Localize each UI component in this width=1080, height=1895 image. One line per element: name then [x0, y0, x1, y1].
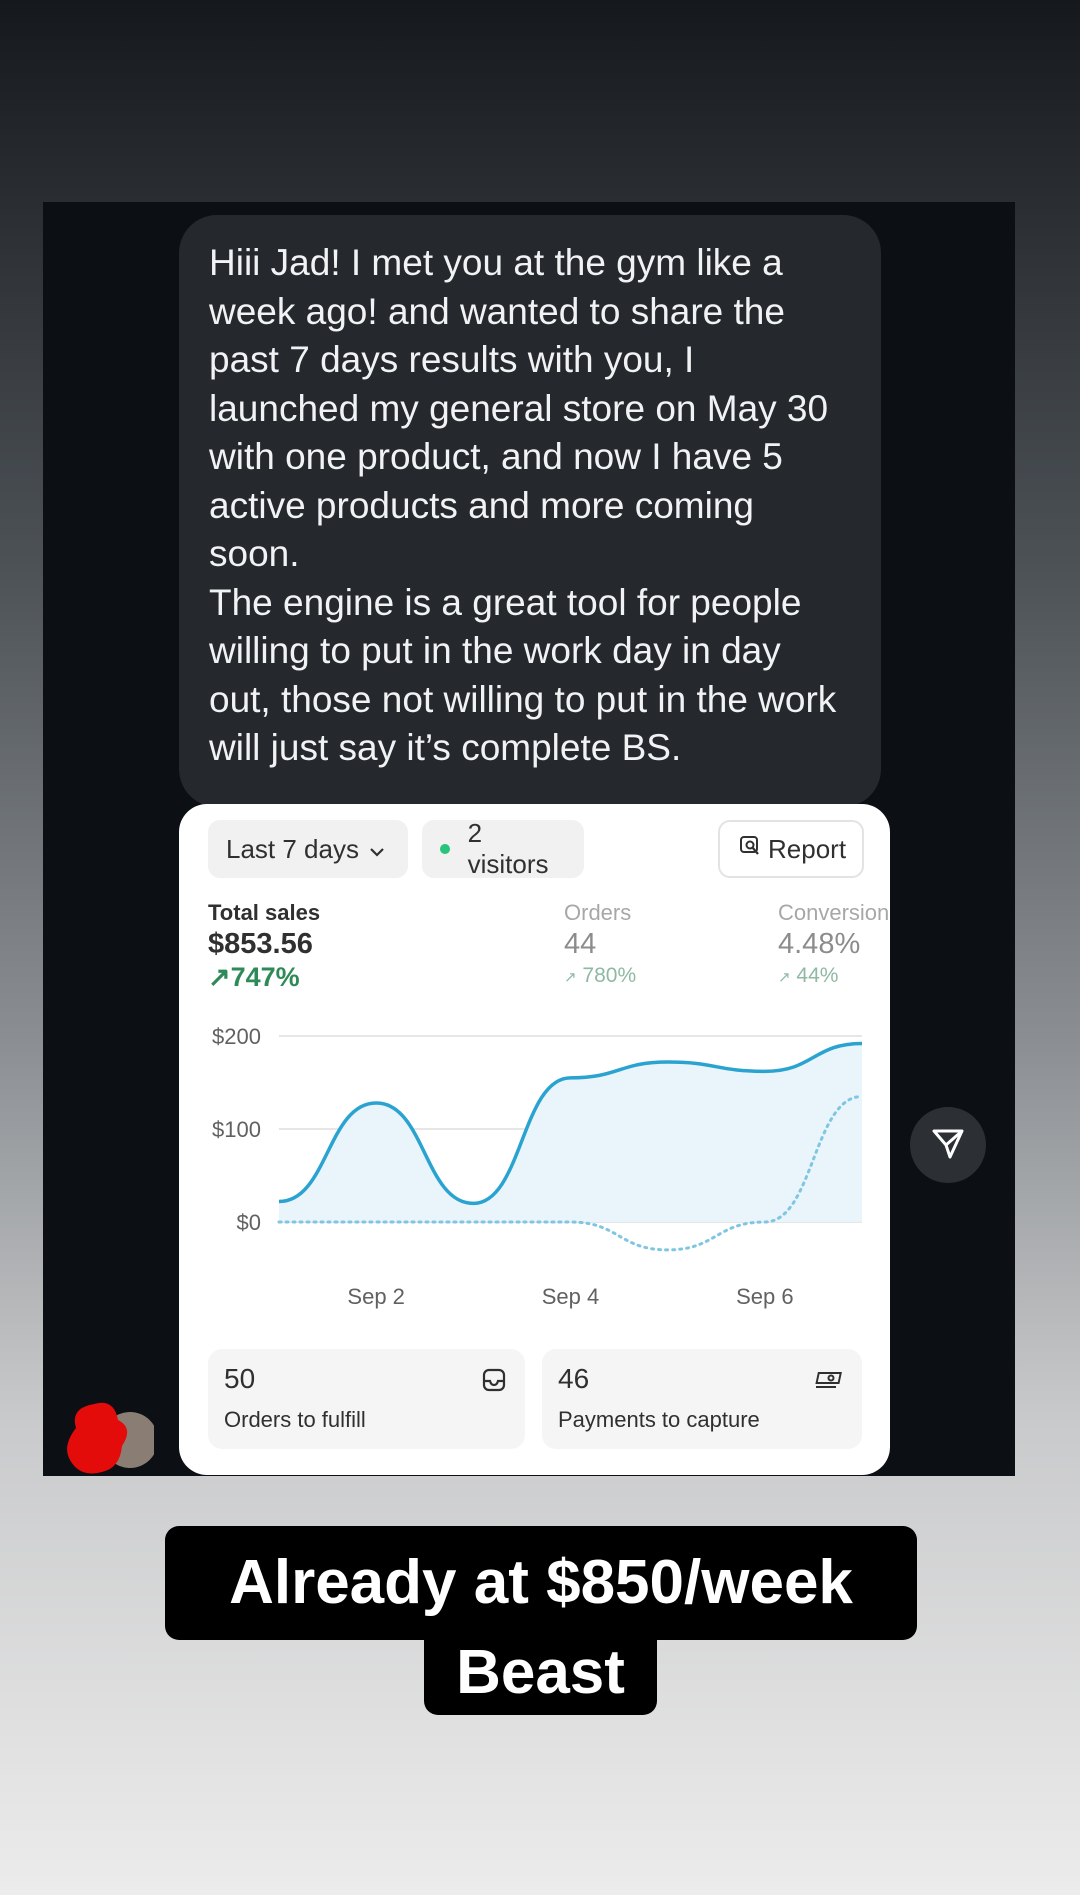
payments-to-capture-card[interactable]: 46 Payments to capture	[542, 1349, 862, 1449]
live-dot-icon	[440, 844, 450, 854]
analytics-screenshot-card: Last 7 days 2 visitors Report Total sale…	[179, 804, 890, 1475]
orders-to-fulfill-label: Orders to fulfill	[224, 1407, 366, 1432]
total-sales-label: Total sales	[208, 900, 321, 925]
conversion-label: Conversion	[778, 900, 890, 925]
message-bubble[interactable]: Hiii Jad! I met you at the gym like a we…	[179, 215, 881, 807]
arrow-up-right-icon: ↗	[564, 969, 577, 986]
conversion-change: ↗ 44%	[778, 964, 839, 987]
x-tick-label: Sep 4	[542, 1284, 600, 1309]
total-sales-change: ↗747%	[208, 962, 300, 992]
conversion-value: 4.48%	[778, 928, 861, 960]
payments-to-capture-count: 46	[558, 1363, 590, 1394]
arrow-up-right-icon: ↗	[208, 962, 231, 992]
orders-to-fulfill-count: 50	[224, 1363, 256, 1394]
arrow-up-right-icon: ↗	[778, 969, 791, 986]
story-caption-line-1: Already at $850/week	[165, 1526, 917, 1640]
payments-to-capture-label: Payments to capture	[558, 1407, 760, 1432]
orders-change: ↗ 780%	[564, 964, 637, 987]
report-label: Report	[768, 833, 847, 864]
orders-value: 44	[564, 928, 597, 960]
visitors-label: 2 visitors	[467, 818, 549, 879]
report-icon	[738, 834, 762, 865]
redacted-avatar	[67, 1402, 154, 1474]
date-range-label: Last 7 days	[226, 833, 359, 864]
sales-line-chart: $200 $100 $0 Sep 2 Sep 4 Sep 6	[212, 1024, 864, 1309]
chevron-down-icon	[369, 834, 385, 865]
inbox-icon	[481, 1367, 507, 1398]
live-visitors-badge[interactable]: 2 visitors	[422, 818, 584, 879]
orders-to-fulfill-card[interactable]: 50 Orders to fulfill	[208, 1349, 525, 1449]
y-tick-label: $200	[212, 1024, 261, 1049]
cash-icon	[814, 1367, 846, 1398]
send-icon	[930, 1125, 966, 1166]
share-send-button[interactable]	[910, 1107, 986, 1183]
message-paragraph-1: Hiii Jad! I met you at the gym like a we…	[209, 242, 829, 574]
y-tick-label: $100	[212, 1117, 261, 1142]
orders-label: Orders	[564, 900, 632, 925]
message-paragraph-2: The engine is a great tool for people wi…	[209, 581, 837, 769]
x-tick-label: Sep 6	[736, 1284, 794, 1309]
x-tick-label: Sep 2	[347, 1284, 405, 1309]
date-range-dropdown[interactable]: Last 7 days	[208, 820, 408, 878]
total-sales-value: $853.56	[208, 928, 313, 960]
y-tick-label: $0	[237, 1210, 261, 1235]
story-caption-line-2: Beast	[424, 1630, 657, 1715]
report-button[interactable]: Report	[718, 820, 864, 878]
